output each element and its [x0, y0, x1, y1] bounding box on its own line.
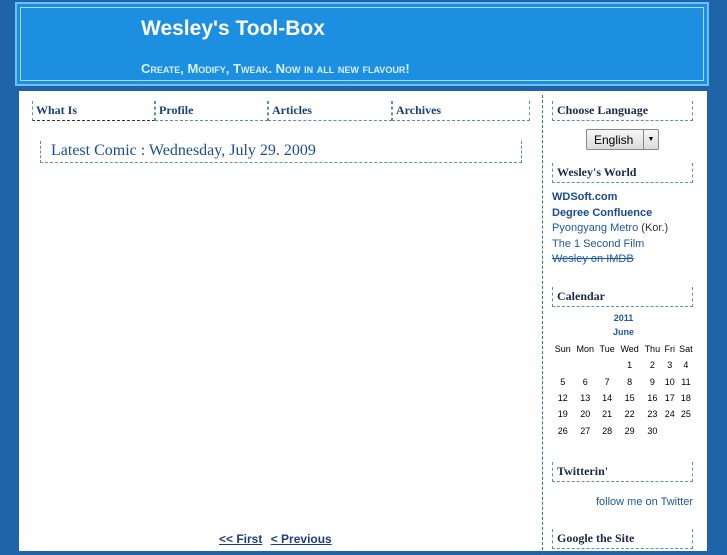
calendar: 2011 June Sun Mon Tue Wed Thu Fri Sat 1 … [552, 313, 695, 439]
wesleys-world-links: WDSoft.com Degree Confluence Pyongyang M… [552, 190, 668, 268]
site-title[interactable]: Wesley's Tool-Box [141, 17, 325, 41]
chevron-down-icon: ▼ [643, 130, 658, 149]
calendar-day: 14 [602, 393, 613, 404]
link-wdsoft[interactable]: WDSoft.com [552, 190, 668, 206]
page-body: What Is Profile Articles Archives Latest… [19, 91, 707, 555]
choose-language-heading: Choose Language [552, 101, 693, 121]
calendar-day [552, 357, 573, 373]
weekday: Thu [644, 344, 661, 355]
first-link[interactable]: << First [219, 532, 262, 546]
calendar-week: 26 27 28 29 30 [552, 422, 695, 438]
calendar-year[interactable]: 2011 [552, 313, 695, 327]
calendar-day: 22 [624, 409, 635, 420]
link-degree-confluence[interactable]: Degree Confluence [552, 206, 668, 222]
previous-link[interactable]: < Previous [271, 532, 332, 546]
calendar-day: 4 [683, 360, 689, 371]
calendar-day [597, 357, 617, 373]
weekday: Sat [679, 344, 693, 355]
wesleys-world-heading: Wesley's World [552, 163, 693, 183]
pyongyang-metro-item: Pyongyang Metro (Kor.) [552, 221, 668, 237]
calendar-day: 29 [624, 425, 635, 436]
calendar-week: 12 13 14 15 16 17 18 [552, 390, 695, 406]
calendar-grid: Sun Mon Tue Wed Thu Fri Sat 1 2 3 4 5 6 … [552, 341, 695, 439]
language-select[interactable]: English ▼ [586, 129, 659, 150]
calendar-day: 2 [649, 360, 655, 371]
nav-articles[interactable]: Articles [268, 101, 392, 121]
calendar-week: 5 6 7 8 9 10 11 [552, 374, 695, 390]
link-1-second-film[interactable]: The 1 Second Film [552, 237, 668, 253]
calendar-day [677, 422, 695, 438]
weekday: Tue [599, 344, 615, 355]
language-select-value: English [594, 133, 634, 147]
weekday: Mon [576, 344, 594, 355]
weekday: Fri [664, 344, 676, 355]
calendar-day: 27 [580, 425, 591, 436]
twitter-follow-link[interactable]: follow me on Twitter [596, 496, 693, 508]
main-nav: What Is Profile Articles Archives [32, 101, 530, 123]
calendar-day: 8 [627, 376, 633, 387]
calendar-day: 16 [647, 393, 658, 404]
calendar-day: 25 [680, 409, 691, 420]
calendar-day: 13 [580, 393, 591, 404]
nav-profile[interactable]: Profile [155, 101, 268, 121]
calendar-day: 30 [647, 425, 658, 436]
nav-what-is[interactable]: What Is [32, 101, 155, 121]
comic-pager: << First < Previous [219, 532, 337, 546]
calendar-day: 3 [667, 360, 673, 371]
calendar-day: 26 [557, 425, 568, 436]
calendar-day: 5 [560, 376, 566, 387]
calendar-day: 11 [681, 376, 691, 387]
google-site-heading: Google the Site [552, 529, 693, 549]
calendar-day: 18 [680, 393, 691, 404]
twitter-heading: Twitterin' [552, 462, 693, 482]
calendar-day: 15 [624, 393, 635, 404]
calendar-weekdays: Sun Mon Tue Wed Thu Fri Sat [552, 341, 695, 357]
calendar-day: 28 [602, 425, 613, 436]
sidebar-divider [542, 95, 543, 555]
calendar-day [663, 422, 677, 438]
calendar-month[interactable]: June [552, 327, 695, 341]
link-imdb[interactable]: Wesley on IMDB [552, 252, 668, 268]
weekday: Sun [554, 344, 571, 355]
pyongyang-metro-suffix: (Kor.) [638, 222, 669, 234]
calendar-day: 7 [604, 376, 610, 387]
main-content: What Is Profile Articles Archives Latest… [19, 91, 541, 551]
calendar-day: 23 [647, 409, 658, 420]
calendar-day: 10 [664, 376, 675, 387]
calendar-day: 21 [602, 409, 613, 420]
nav-archives[interactable]: Archives [392, 101, 530, 121]
link-pyongyang-metro[interactable]: Pyongyang Metro [552, 222, 638, 234]
site-header: Wesley's Tool-Box Create, Modify, Tweak.… [15, 2, 709, 86]
weekday: Wed [620, 344, 639, 355]
calendar-day: 17 [664, 393, 675, 404]
calendar-day: 1 [627, 360, 633, 371]
site-tagline: Create, Modify, Tweak. Now in all new fl… [141, 61, 410, 76]
calendar-day: 20 [580, 409, 591, 420]
calendar-day: 19 [557, 409, 568, 420]
calendar-week: 1 2 3 4 [552, 357, 695, 373]
calendar-day [573, 357, 596, 373]
calendar-heading: Calendar [552, 287, 693, 307]
calendar-day: 6 [582, 376, 588, 387]
calendar-day: 24 [664, 409, 675, 420]
comic-title: Latest Comic : Wednesday, July 29. 2009 [40, 141, 522, 163]
calendar-week: 19 20 21 22 23 24 25 [552, 406, 695, 422]
calendar-day: 9 [649, 376, 655, 387]
calendar-day: 12 [557, 393, 568, 404]
